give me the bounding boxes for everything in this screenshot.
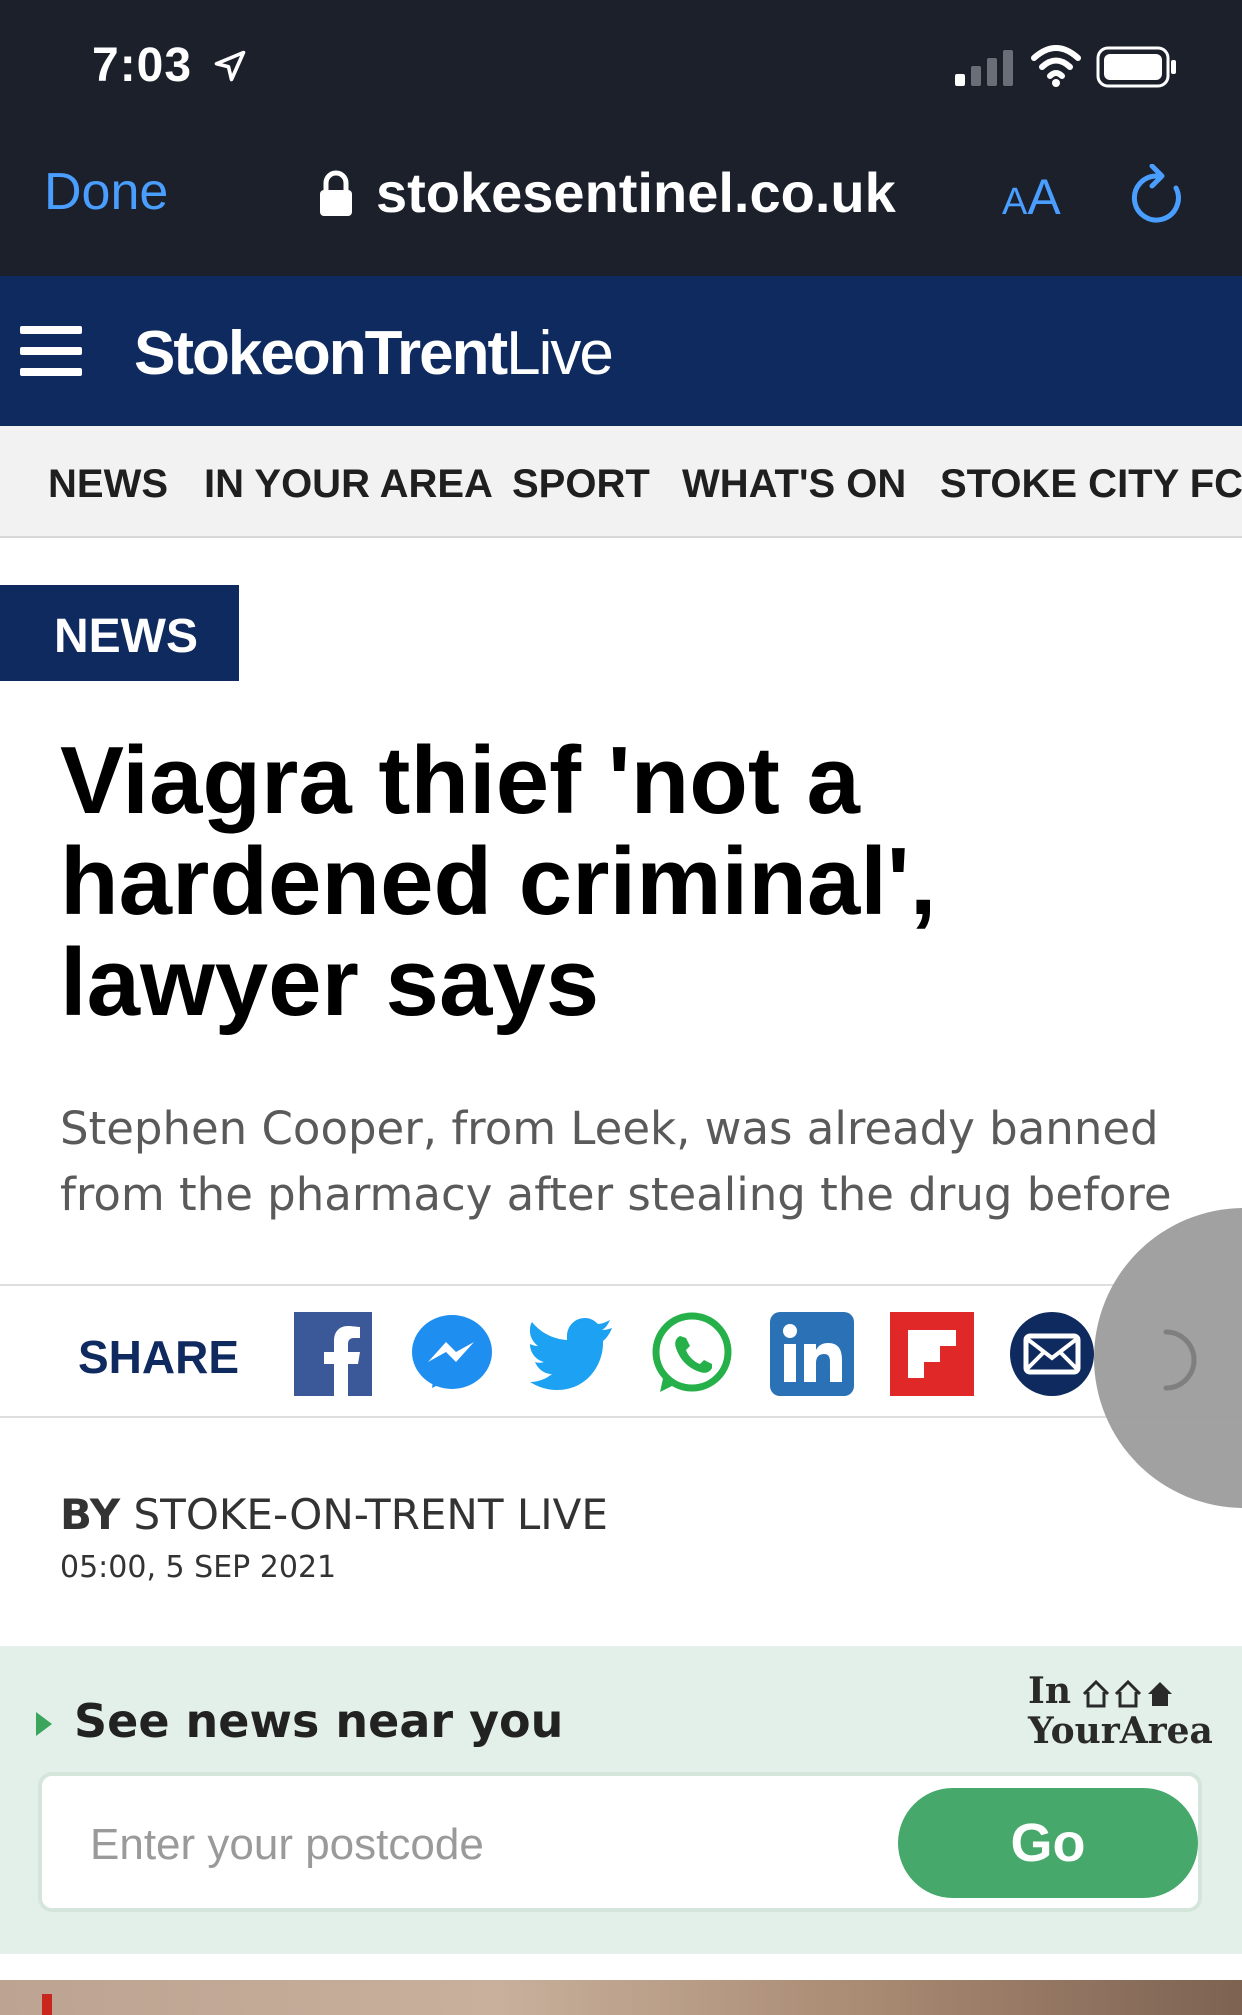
section-tag[interactable]: NEWS [0, 585, 239, 681]
article-headline: Viagra thief 'not a hardened criminal', … [60, 727, 937, 1036]
in-your-area-widget: See news near you In YourArea Go [0, 1646, 1242, 1954]
location-arrow-icon [214, 50, 246, 82]
whatsapp-icon[interactable] [650, 1312, 734, 1396]
nav-item-stoke-city-fc[interactable]: STOKE CITY FC [940, 462, 1242, 507]
byline-prefix: BY [60, 1490, 121, 1539]
browser-chrome: 7:03 Done stokesentinel.co.uk AA [0, 0, 1242, 276]
section-tag-label: NEWS [54, 610, 198, 663]
iya-logo-line1: In [1028, 1670, 1072, 1712]
logo-light: Live [506, 319, 614, 388]
article-standfirst: Stephen Cooper, from Leek, was already b… [60, 1102, 1172, 1221]
share-bar: SHARE [0, 1284, 1242, 1418]
aa-small-label: A [1002, 181, 1028, 223]
lock-icon [320, 170, 352, 216]
battery-icon [1096, 46, 1176, 88]
image-marker [42, 1994, 52, 2015]
page: 7:03 Done stokesentinel.co.uk AA Stokeon… [0, 0, 1242, 2015]
logo-bold: StokeonTrent [134, 319, 508, 388]
iya-logo-line2: YourArea [1028, 1710, 1213, 1752]
aa-large-label: A [1027, 169, 1061, 225]
cell-signal-icon [955, 50, 1013, 86]
in-your-area-title: See news near you [74, 1694, 564, 1748]
publish-date: 05:00, 5 SEP 2021 [60, 1550, 337, 1585]
nav-item-whats-on[interactable]: WHAT'S ON [682, 462, 906, 507]
houses-icon [1082, 1679, 1172, 1708]
triangle-bullet-icon [36, 1712, 52, 1736]
byline: BY STOKE-ON-TRENT LIVE [60, 1490, 608, 1539]
status-time: 7:03 [92, 39, 193, 92]
nav-item-sport[interactable]: SPORT [512, 462, 650, 507]
go-button[interactable]: Go [898, 1788, 1198, 1898]
byline-author[interactable]: STOKE-ON-TRENT LIVE [134, 1490, 608, 1539]
nav-item-news[interactable]: NEWS [48, 462, 168, 507]
postcode-input[interactable] [90, 1820, 790, 1870]
nav-item-in-your-area[interactable]: IN YOUR AREA [204, 462, 493, 507]
flipboard-icon[interactable] [890, 1312, 974, 1396]
linkedin-icon[interactable] [770, 1312, 854, 1396]
twitter-icon[interactable] [530, 1312, 614, 1396]
loading-spinner-icon [1163, 1329, 1197, 1391]
url-field[interactable]: stokesentinel.co.uk [376, 160, 896, 225]
facebook-icon[interactable] [294, 1312, 378, 1396]
article-hero-image [0, 1980, 1242, 2015]
text-size-button[interactable]: AA [1002, 168, 1061, 226]
site-logo[interactable]: StokeonTrentLive [134, 318, 614, 389]
site-header: StokeonTrentLive [0, 276, 1242, 426]
wifi-icon [1031, 45, 1081, 87]
messenger-icon[interactable] [410, 1312, 494, 1396]
postcode-form: Go [38, 1772, 1202, 1912]
email-icon[interactable] [1010, 1312, 1094, 1396]
menu-icon[interactable] [20, 326, 82, 376]
section-nav: NEWS IN YOUR AREA SPORT WHAT'S ON STOKE … [0, 426, 1242, 538]
done-button[interactable]: Done [44, 162, 168, 222]
reload-icon[interactable] [1128, 164, 1186, 226]
share-label: SHARE [78, 1331, 240, 1383]
